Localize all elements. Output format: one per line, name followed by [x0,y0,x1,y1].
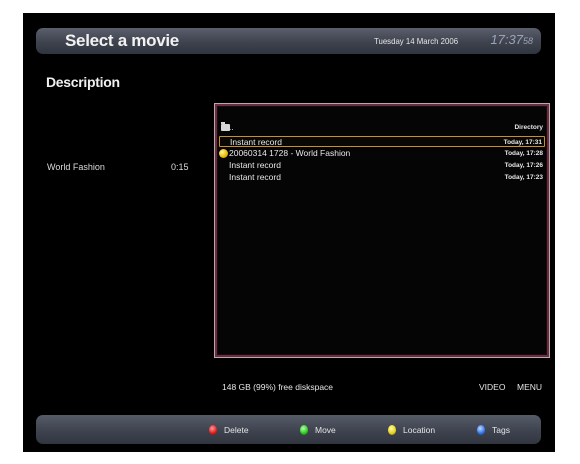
list-item[interactable]: 20060314 1728 - World Fashion Today, 17:… [219,148,545,159]
current-date: Tuesday 14 March 2006 [374,36,459,46]
list-item-date: Today, 17:23 [504,174,543,181]
free-diskspace: 148 GB (99%) free diskspace [222,382,334,392]
list-item-name: Instant record [230,137,282,147]
movie-list: .. Directory Instant record Today, 17:31… [214,103,550,358]
list-item[interactable]: Instant record Today, 17:26 [219,160,545,171]
delete-label: Delete [224,425,249,435]
current-time: 17:3758 [490,32,533,47]
yellow-button-icon [388,425,396,435]
yellow-circle-icon [219,149,228,158]
list-item-name: 20060314 1728 - World Fashion [229,148,351,158]
location-label: Location [403,425,436,435]
blue-button-icon [477,425,485,435]
tv-screen: Select a movie Tuesday 14 March 2006 17:… [23,13,555,452]
video-button[interactable]: VIDEO [479,382,505,392]
list-item-name: Instant record [229,172,281,182]
move-label: Move [315,425,336,435]
list-item-date: Today, 17:28 [504,150,543,157]
menu-button[interactable]: MENU [517,382,542,392]
list-item-selected[interactable]: Instant record Today, 17:31 [219,136,545,147]
clock-seconds: 58 [522,36,533,46]
list-item-date: Today, 17:26 [504,162,543,169]
list-item[interactable]: Instant record Today, 17:23 [219,172,545,183]
page-title: Select a movie [65,31,179,50]
green-button-icon [300,425,308,435]
list-item-date: Today, 17:31 [503,139,542,146]
tags-label: Tags [492,425,510,435]
list-item-name: Instant record [229,160,281,170]
list-item-parent-directory[interactable]: .. Directory [219,122,545,133]
clock-hours-minutes: 17:37 [490,32,523,47]
list-item-name: .. [229,122,234,132]
action-bar: Delete Move Location Tags [36,415,541,444]
list-item-date: Directory [514,124,543,131]
red-button-icon [209,425,217,435]
description-heading: Description [46,74,120,90]
selected-movie-title: World Fashion [47,162,105,172]
selected-movie-duration: 0:15 [171,162,189,172]
header-bar: Select a movie Tuesday 14 March 2006 17:… [36,28,541,54]
